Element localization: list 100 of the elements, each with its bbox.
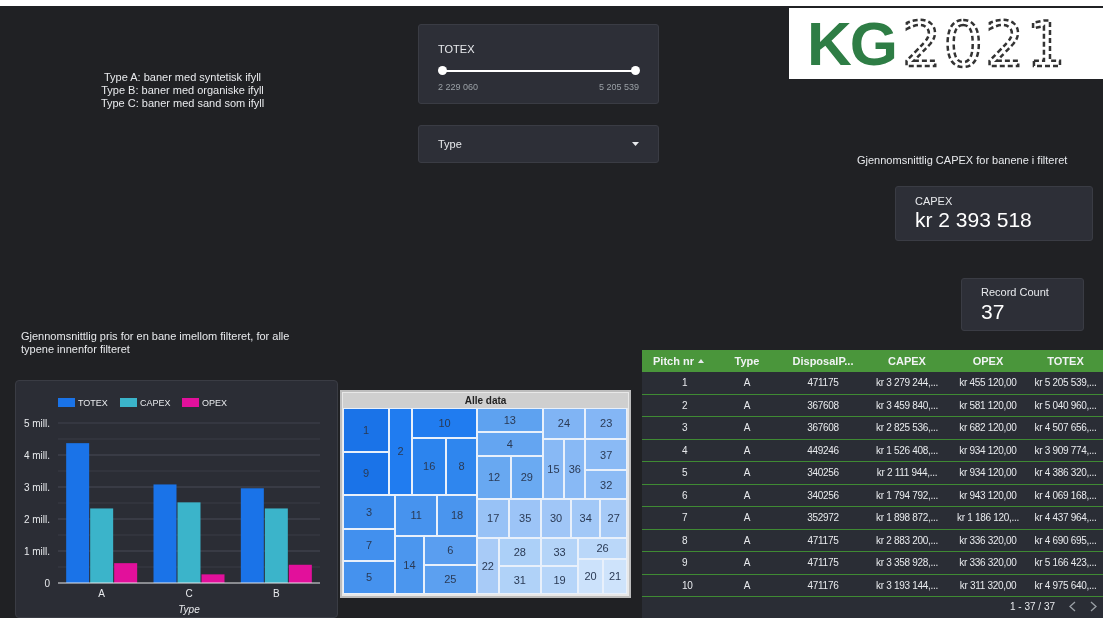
column-header[interactable]: Type <box>714 350 780 372</box>
treemap-cell[interactable]: 25 <box>423 565 477 594</box>
range-slider[interactable] <box>438 65 639 75</box>
column-header[interactable]: OPEX <box>948 350 1028 372</box>
table-cell-text: A <box>742 511 752 526</box>
table-cell-text: kr 4 690 695,... <box>1033 533 1098 548</box>
sort-ascending-icon <box>697 359 704 363</box>
y-tick-label: 0 <box>44 578 50 589</box>
y-tick-label: 2 mill. <box>23 514 50 525</box>
table-cell-text: 352972 <box>806 511 840 526</box>
column-header[interactable]: CAPEX <box>866 350 948 372</box>
table-cell-text: 471175 <box>806 376 840 391</box>
table-cell-text: 367608 <box>806 398 840 413</box>
treemap-cell[interactable]: 32 <box>585 470 627 500</box>
treemap-cell[interactable]: 36 <box>564 439 586 500</box>
table-cell-text: kr 1 794 792,... <box>875 488 939 503</box>
table-cell-text: 7 <box>681 511 689 526</box>
treemap-cell[interactable]: 21 <box>603 558 627 594</box>
table-cell-text: kr 4 975 640,... <box>1033 578 1098 593</box>
table-cell-text: 5 <box>681 466 689 481</box>
treemap-cell[interactable]: 30 <box>541 499 571 538</box>
slider-thumb[interactable] <box>438 65 447 75</box>
bar[interactable] <box>201 574 225 583</box>
treemap-cell[interactable]: 2 <box>389 408 412 496</box>
table-cell-text: kr 1 526 408,... <box>875 443 939 458</box>
treemap-cell[interactable]: 11 <box>395 495 437 536</box>
treemap-cell[interactable]: 27 <box>600 499 627 538</box>
table-cell-text: 367608 <box>806 421 840 436</box>
table-cell-text: kr 3 193 144,... <box>875 578 939 593</box>
table-cell-text: kr 5 166 423,... <box>1033 556 1098 571</box>
scorecard-value: kr 2 393 518 <box>915 207 1033 233</box>
treemap-cell[interactable]: 33 <box>541 538 578 566</box>
table-cell-text: kr 2 883 200,... <box>875 533 939 548</box>
table-cell-text: kr 3 358 928,... <box>875 556 939 571</box>
treemap-cell[interactable]: 3 <box>343 495 396 530</box>
treemap-cell[interactable]: 12 <box>477 456 511 500</box>
treemap-cell[interactable]: 8 <box>446 438 477 496</box>
type-description: Type B: baner med organiske ifyll <box>101 84 264 97</box>
bar[interactable] <box>90 508 114 583</box>
type-description: Type C: baner med sand som ifyll <box>100 97 265 110</box>
treemap-cell[interactable]: 19 <box>541 566 578 594</box>
bar[interactable] <box>66 443 90 583</box>
column-header[interactable]: DisposalP... <box>780 350 866 372</box>
bar[interactable] <box>240 488 264 583</box>
treemap-cell[interactable]: 35 <box>509 499 541 538</box>
legend-label: OPEX <box>202 398 227 408</box>
table-cell-text: A <box>742 533 752 548</box>
treemap-title: Alle data <box>343 393 628 408</box>
bar[interactable] <box>264 508 288 583</box>
treemap-cell[interactable]: 20 <box>578 558 603 594</box>
filter-label: TOTEX <box>438 42 476 57</box>
column-header[interactable]: Pitch nr <box>642 350 714 372</box>
type-dropdown[interactable]: Type <box>418 125 659 163</box>
treemap-cell[interactable]: 37 <box>585 439 627 471</box>
slider-thumb[interactable] <box>631 65 640 75</box>
treemap-cell[interactable]: 28 <box>498 538 541 566</box>
table-cell-text: 471175 <box>806 556 840 571</box>
scorecard-label: Record Count <box>981 286 1050 299</box>
table-cell-text: 6 <box>681 488 689 503</box>
treemap-cell[interactable]: 22 <box>477 538 499 594</box>
table-cell-text: kr 581 120,00 <box>958 398 1018 413</box>
treemap-cell[interactable]: 10 <box>412 408 477 438</box>
treemap-cell[interactable]: 13 <box>477 408 543 432</box>
table-cell-text: 9 <box>681 556 689 571</box>
treemap-cell[interactable]: 34 <box>571 499 601 538</box>
type-description: Type A: baner med syntetisk ifyll <box>103 71 262 84</box>
treemap-cell[interactable]: 4 <box>477 432 543 456</box>
bar[interactable] <box>114 563 138 583</box>
treemap-cell[interactable]: 16 <box>412 438 447 496</box>
treemap-cell[interactable]: 6 <box>423 536 477 566</box>
table-cell-text: kr 5 205 539,... <box>1033 376 1098 391</box>
treemap-cell[interactable]: 1 <box>343 408 390 452</box>
table-cell-text: kr 3 459 840,... <box>875 398 939 413</box>
treemap-cell[interactable]: 14 <box>395 536 424 594</box>
treemap-cell[interactable]: 7 <box>343 529 396 562</box>
treemap-cell[interactable]: 9 <box>343 452 390 496</box>
treemap-cell[interactable]: 24 <box>542 408 586 440</box>
table-cell-text: A <box>742 578 752 593</box>
treemap-cell[interactable]: 26 <box>578 538 627 559</box>
treemap-cell[interactable]: 31 <box>498 566 541 594</box>
next-page-icon[interactable] <box>1090 600 1097 612</box>
bar-chart-caption: Gjennomsnittlig pris for en bane imellom filteret, for alle typene innenfor filteret <box>21 330 291 356</box>
y-tick-label: 4 mill. <box>23 450 50 461</box>
table-cell-text: A <box>742 488 752 503</box>
legend-label: CAPEX <box>140 398 171 408</box>
previous-page-icon[interactable] <box>1069 600 1076 612</box>
table-cell-text: 2 <box>681 398 689 413</box>
y-tick-label: 5 mill. <box>23 418 50 429</box>
table-cell-text: 4 <box>681 443 689 458</box>
column-header[interactable]: TOTEX <box>1028 350 1103 372</box>
table-cell-text: A <box>742 421 752 436</box>
treemap-cell[interactable]: 23 <box>585 408 627 440</box>
treemap-cell[interactable]: 29 <box>511 456 543 500</box>
treemap-cell[interactable]: 5 <box>343 561 396 594</box>
treemap-cell[interactable]: 17 <box>477 499 510 538</box>
capex-caption: Gjennomsnittlig CAPEX for banene i filteret <box>857 153 1068 168</box>
treemap-cell[interactable]: 18 <box>437 495 477 536</box>
table-cell-text: 10 <box>681 578 694 593</box>
dropdown-label: Type <box>438 136 462 152</box>
treemap-cell[interactable]: 15 <box>542 439 565 500</box>
